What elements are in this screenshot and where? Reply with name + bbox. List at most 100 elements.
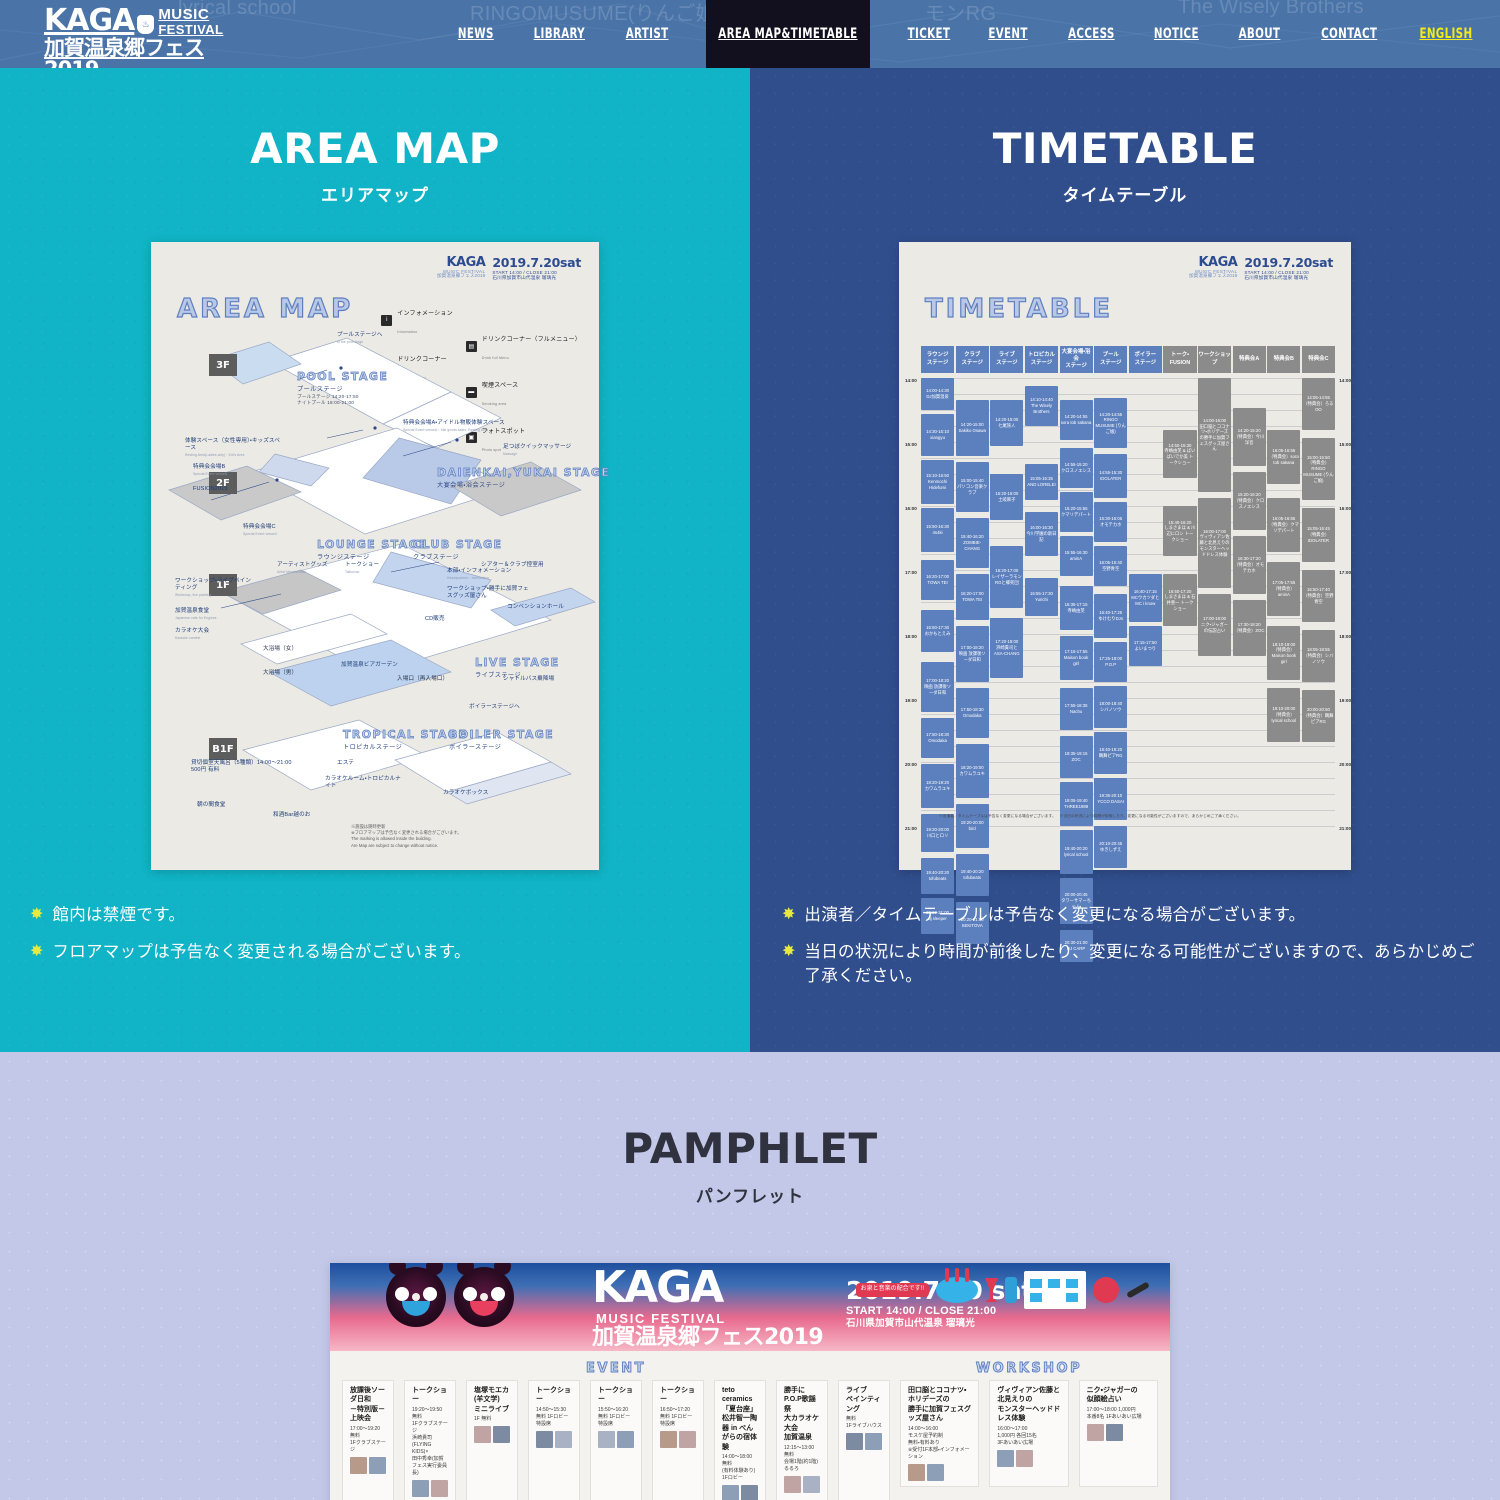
event-name: （特典会）ZOC	[1233, 628, 1265, 633]
nav-item-contact[interactable]: CONTACT	[1309, 0, 1390, 68]
timetable-event[interactable]: 16:40-17:25 ゆけむりDJs	[1094, 594, 1128, 638]
timetable-column: 14:10-14:40 The Wisely Brothers 15:05-15:3…	[1024, 378, 1058, 828]
timetable-event[interactable]: 15:05-15:35 AND LORELEI	[1024, 464, 1058, 500]
timetable-event[interactable]: 17:25-18:00 P.O.P	[1094, 642, 1128, 682]
timetable-event[interactable]: 16:50-17:40 （特典会）空野青空	[1301, 570, 1335, 622]
timetable-event[interactable]: 15:40-16:20 ZOMBIE-CHANG	[955, 518, 989, 568]
timetable-event[interactable]: 18:00-18:40 シバノソウ	[1094, 686, 1128, 728]
timetable-event[interactable]: 19:40-20:20 tofubeats	[955, 854, 989, 896]
nav-item-library[interactable]: LIBRARY	[521, 0, 597, 68]
timetable-event[interactable]: 15:40-16:20 しまさまほ & 川辺にロシ トークショー	[1163, 506, 1197, 556]
timetable-event[interactable]: 14:20-14:55 RINGO MUSUME (りんご娘)	[1094, 398, 1128, 448]
timetable-event[interactable]: 20:00-20:50 （特典会）鶴舞ピアRG	[1301, 690, 1335, 742]
timetable-event[interactable]: 15:10-15:50 Kenmochi Hidefumi	[921, 460, 955, 504]
area-map-poster-image[interactable]: KAGA MUSIC FESTIVAL 加賀温泉郷フェス2019 2019.7.…	[151, 242, 609, 870]
nav-item-notice[interactable]: NOTICE	[1142, 0, 1212, 68]
timetable-event[interactable]: 18:20-19:00 カワムラユキ	[955, 744, 989, 798]
timetable-event[interactable]: 16:20-17:00 TOWA TEI	[955, 574, 989, 620]
timetable-event[interactable]: 15:00-15:40 パソコン音楽クラブ	[955, 462, 989, 512]
timetable-event[interactable]: 14:20-15:00 Sakiko Osawa	[955, 400, 989, 456]
timetable-event[interactable]: 14:10-14:40 The Wisely Brothers	[1024, 386, 1058, 426]
event-name: AND LORELEI	[1027, 482, 1056, 487]
stage-ja: クラブステージ	[413, 554, 459, 561]
timetable-event[interactable]: 14:00-16:00 田口脳とココナツ・ホリデーズの勝手に加賀フェスグッズ屋さん	[1198, 378, 1232, 492]
timetable-event[interactable]: 18:35-19:15 ZOC	[1059, 736, 1093, 778]
timetable-event[interactable]: 15:50-16:30 4s4ki	[921, 508, 955, 552]
timetable-event[interactable]: 15:20-16:00 土岐麻子	[990, 474, 1024, 520]
pamphlet-image[interactable]: KAGA MUSIC FESTIVAL 加賀温泉郷フェス2019 2019.7.…	[330, 1263, 1170, 1500]
timetable-event[interactable]: 16:05-16:55 （特典会）クマリデパート	[1267, 498, 1301, 552]
nav-item-artist[interactable]: ARTIST	[613, 0, 680, 68]
timetable-event[interactable]: 16:20-17:00 TOWA TEI	[921, 560, 955, 600]
timetable-event[interactable]: 14:20-15:20 （特典会）今川洋音	[1232, 408, 1266, 466]
timetable-event[interactable]: 17:00-18:00 ニク・ジャガーの伝説占い	[1198, 594, 1232, 656]
nav-item-english[interactable]: ENGLISH	[1408, 0, 1491, 68]
timetable-event[interactable]: 17:50-18:30 Omodaka	[921, 718, 955, 758]
timetable-event[interactable]: 16:00-16:30 今川学園の新日記	[1024, 512, 1058, 556]
timetable-event[interactable]: 14:30-15:10 xiangyu	[921, 414, 955, 456]
timetable-event[interactable]: 17:15-17:55 Maison book girl	[1059, 636, 1093, 680]
site-logo[interactable]: KAGA ♨ MUSIC FESTIVAL 加賀温泉郷フェス2019	[44, 6, 234, 69]
timetable-event[interactable]: 18:10-19:00 （特典会）Maison book girl	[1267, 626, 1301, 680]
timetable-event[interactable]: 16:05-16:40 空野青空	[1094, 546, 1128, 586]
timetable-event[interactable]: 19:40-20:20 tofubeats	[921, 858, 955, 894]
timetable-event[interactable]: 16:05-16:55 （特典会）sora tob sakana	[1267, 430, 1301, 484]
nav-item-news[interactable]: NEWS	[446, 0, 506, 68]
event-name: 空野青空	[1102, 566, 1120, 571]
timetable-event[interactable]: 18:40-19:20 鶴舞ピアRG	[1094, 732, 1128, 774]
timetable-event[interactable]: 16:55-17:30 Yurichi	[1024, 578, 1058, 616]
timetable-event[interactable]: 15:00-15:50 （特典会）RINGO MUSUME (りんご娘)	[1301, 438, 1335, 500]
nav-item-access[interactable]: ACCESS	[1055, 0, 1126, 68]
timetable-event[interactable]: 16:35-17:15 寺嶋由芙	[1059, 586, 1093, 630]
timetable-event[interactable]: 18:20-19:20 カワムラユキ	[921, 764, 955, 808]
timetable-event[interactable]: 17:55-18:35 Nachu	[1059, 688, 1093, 730]
timetable-event[interactable]: 14:20-15:00 七尾旅人	[990, 400, 1024, 446]
stage-label-club: CLUB STAGE クラブステージ	[413, 538, 502, 561]
timetable-event[interactable]: 18:05-18:55 （特典会）シバノソウ	[1301, 630, 1335, 682]
item-title: 勝手にP.O.P歌謡祭 大カラオケ大会 加賀温泉	[784, 1387, 819, 1442]
timetable-event[interactable]: 16:30-17:20 （特典会）オモテカホ	[1232, 536, 1266, 594]
timetable-event[interactable]: 19:20-20:00 bird	[955, 804, 989, 848]
note-text: 館内は禁煙です。	[52, 906, 186, 924]
timetable-event[interactable]: 17:15-17:50 よいまつり	[1128, 626, 1162, 666]
timetable-event[interactable]: 16:50-17:20 しまさまほ & 石井亜一 トークショー	[1163, 574, 1197, 626]
nav-item-ticket[interactable]: TICKET	[895, 0, 962, 68]
nav-item-about[interactable]: ABOUT	[1226, 0, 1292, 68]
timetable-event[interactable]: 15:20-15:55 クマリデパート	[1059, 492, 1093, 532]
timetable-event[interactable]: 15:30-16:05 オモテカホ	[1094, 502, 1128, 542]
nav-item-area-map-timetable[interactable]: AREA MAP&TIMETABLE	[705, 0, 870, 68]
timetable-event[interactable]: 14:00-14:30 DJ加賀温泉	[921, 378, 955, 410]
poster-kaga-mark: KAGA MUSIC FESTIVAL 加賀温泉郷フェス2019 2019.7.…	[1189, 256, 1333, 280]
timetable-event[interactable]: 19:20-20:00 川口とロリ	[921, 814, 955, 852]
timetable-event[interactable]: 15:05-16:45 （特典会）IDOLATER	[1301, 508, 1335, 562]
timetable-event[interactable]: 19:40-20:20 lyrical school	[1059, 830, 1093, 874]
timetable-column: 14:05-14:55 （特典会）ろるOO 15:00-15:50 （特典会）RING…	[1301, 378, 1335, 828]
nav-item-event[interactable]: EVENT	[976, 0, 1040, 68]
timetable-event[interactable]: 16:50-17:30 おかもとえみ	[921, 610, 955, 652]
timetable-event[interactable]: 14:20-14:55 sora tob sakana	[1059, 400, 1093, 440]
timetable-event[interactable]: 14:55-15:30 IDOLATER	[1094, 454, 1128, 498]
item-title: ライブ ペインティング	[846, 1387, 881, 1413]
timetable-event[interactable]: 17:00-18:20 映画 放課後ソーダ日和	[955, 626, 989, 682]
annotation-artist-goods: アーティストグッズ Artist Merchandise	[277, 562, 328, 574]
timetable-poster-image[interactable]: KAGA MUSIC FESTIVAL 加賀温泉郷フェス2019 2019.7.…	[899, 242, 1351, 962]
lantern-icon: ♨	[137, 15, 155, 34]
timetable-event[interactable]: 17:30-18:20 （特典会）ZOC	[1232, 600, 1266, 656]
timetable-event[interactable]: 16:40-17:15 MCウカツダと MC i know	[1128, 574, 1162, 622]
timetable-event[interactable]: 15:20-16:20 （特典会）クロスノエシス	[1232, 472, 1266, 530]
timetable-event[interactable]: 19:05-19:40 THREE1989	[1059, 782, 1093, 826]
timetable-event[interactable]: 14:50-15:30 寺嶋由芙 & ばいばいでか美 トークショー	[1163, 430, 1197, 478]
timetable-event[interactable]: 17:20-18:00 浜崎貴司とASA-CHANG	[990, 618, 1024, 678]
timetable-event[interactable]: 15:55-16:30 aminA	[1059, 536, 1093, 576]
timetable-event[interactable]: 20:10-20:45 ゆきしずえ	[1094, 826, 1128, 868]
stage-en: DAIENKAI,YUKAI STAGE	[437, 466, 611, 480]
timetable-event[interactable]: 17:05-17:55 （特典会）aminA	[1267, 562, 1301, 616]
timetable-event[interactable]: 14:05-14:55 （特典会）ろるOO	[1301, 378, 1335, 430]
timetable-event[interactable]: 17:00-18:20 映画 放課後ソーダ日和	[921, 662, 955, 712]
timetable-event[interactable]: 16:00-17:00 ヴィヴィアン佐藤と北見えりのモンスターヘッドドレス体験	[1198, 498, 1232, 588]
timetable-event[interactable]: 16:20-17:00 レイザーラモンRGと郷死団	[990, 546, 1024, 608]
timetable-event[interactable]: 19:10-20:00 （特典会）lyrical school	[1267, 688, 1301, 742]
event-name: カワムラユキ	[959, 771, 985, 776]
timetable-event[interactable]: 17:50-18:30 Omodaka	[955, 688, 989, 738]
timetable-event[interactable]: 14:55-15:20 クロスノエシス	[1059, 448, 1093, 488]
